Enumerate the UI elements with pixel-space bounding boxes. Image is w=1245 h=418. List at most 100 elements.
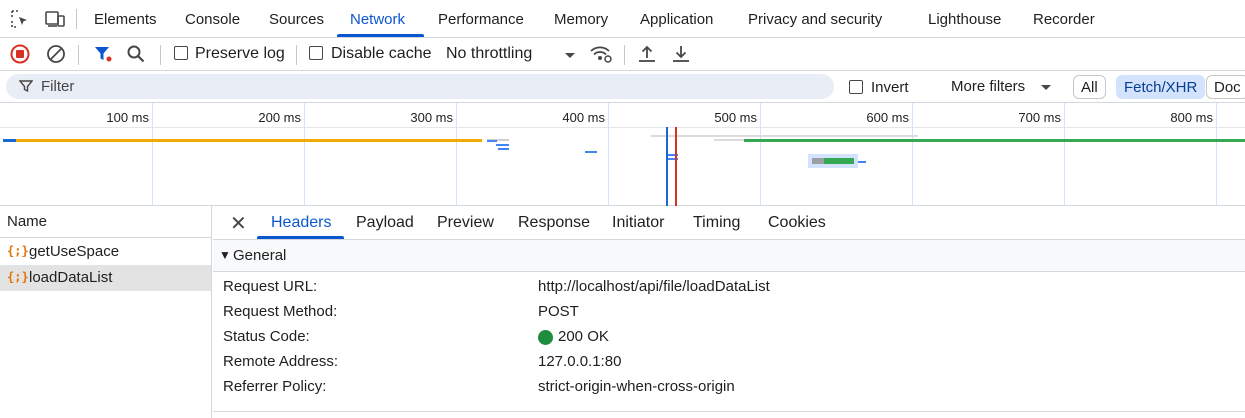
timeline-bar bbox=[714, 139, 744, 141]
timeline-bar bbox=[585, 151, 597, 153]
devtools-tab-bar: Elements Console Sources Network Perform… bbox=[0, 0, 1245, 38]
request-row-getusespace[interactable]: {;} getUseSpace bbox=[0, 239, 211, 265]
more-filters-dropdown[interactable]: More filters bbox=[951, 78, 1025, 95]
header-value: 127.0.0.1:80 bbox=[538, 353, 622, 370]
tab-headers[interactable]: Headers bbox=[271, 214, 331, 232]
header-value: strict-origin-when-cross-origin bbox=[538, 378, 735, 395]
tab-performance[interactable]: Performance bbox=[438, 11, 524, 28]
request-row-loaddatalist[interactable]: {;} loadDataList bbox=[0, 265, 211, 291]
tab-lighthouse[interactable]: Lighthouse bbox=[928, 11, 1001, 28]
header-value: 200 OK bbox=[558, 328, 609, 345]
header-row-status-code: Status Code: 200 OK bbox=[213, 325, 1245, 350]
network-toolbar: Preserve log Disable cache No throttling bbox=[0, 38, 1245, 71]
timeline-gridline bbox=[456, 103, 457, 206]
name-column-header-label: Name bbox=[7, 213, 48, 230]
filter-input[interactable]: Filter bbox=[6, 74, 834, 99]
header-row-referrer-policy: Referrer Policy: strict-origin-when-cros… bbox=[213, 375, 1245, 400]
timeline-bar bbox=[498, 148, 509, 150]
tab-network[interactable]: Network bbox=[350, 11, 405, 28]
network-overview-timeline[interactable]: 100 ms 200 ms 300 ms 400 ms 500 ms 600 m… bbox=[0, 103, 1245, 206]
throttling-select[interactable]: No throttling bbox=[446, 45, 532, 63]
request-list: Name {;} getUseSpace {;} loadDataList bbox=[0, 206, 212, 418]
header-key: Request Method: bbox=[223, 303, 338, 320]
chevron-down-icon[interactable] bbox=[563, 44, 585, 66]
close-icon[interactable]: ✕ bbox=[230, 211, 247, 236]
xhr-icon: {;} bbox=[7, 270, 29, 284]
dom-content-loaded-marker bbox=[666, 127, 668, 206]
search-icon[interactable] bbox=[125, 43, 147, 65]
timeline-gridline bbox=[760, 103, 761, 206]
tab-separator bbox=[76, 9, 77, 29]
invert-checkbox[interactable] bbox=[849, 80, 863, 94]
timeline-bar bbox=[3, 139, 16, 142]
preserve-log-checkbox[interactable] bbox=[174, 46, 188, 60]
timeline-tick-label: 300 ms bbox=[410, 110, 453, 125]
device-toolbar-icon[interactable] bbox=[44, 8, 66, 30]
toolbar-separator bbox=[78, 45, 79, 65]
header-key: Remote Address: bbox=[223, 353, 339, 370]
toolbar-separator bbox=[296, 45, 297, 65]
element-picker-icon[interactable] bbox=[9, 8, 31, 30]
filter-icon bbox=[18, 79, 34, 97]
load-event-marker bbox=[675, 127, 677, 206]
tab-sources[interactable]: Sources bbox=[269, 11, 324, 28]
tab-response[interactable]: Response bbox=[518, 214, 590, 232]
timeline-bar bbox=[16, 139, 482, 142]
import-har-icon[interactable] bbox=[636, 43, 658, 65]
header-key: Status Code: bbox=[223, 328, 310, 345]
timeline-bar bbox=[496, 144, 509, 146]
name-column-header[interactable]: Name bbox=[0, 206, 211, 238]
tab-elements[interactable]: Elements bbox=[94, 11, 157, 28]
timeline-bar bbox=[812, 158, 824, 164]
timeline-axis bbox=[0, 127, 1245, 128]
timeline-bar bbox=[824, 158, 854, 164]
chip-all[interactable]: All bbox=[1073, 75, 1106, 99]
timeline-gridline bbox=[1064, 103, 1065, 206]
timeline-bar bbox=[651, 135, 918, 137]
tab-application[interactable]: Application bbox=[640, 11, 713, 28]
tab-payload[interactable]: Payload bbox=[356, 214, 414, 232]
chevron-down-icon bbox=[1040, 80, 1052, 98]
chip-fetch-xhr[interactable]: Fetch/XHR bbox=[1116, 75, 1206, 99]
timeline-tick-label: 400 ms bbox=[562, 110, 605, 125]
request-name: getUseSpace bbox=[29, 243, 120, 260]
timeline-tick-label: 600 ms bbox=[866, 110, 909, 125]
tab-recorder[interactable]: Recorder bbox=[1033, 11, 1095, 28]
timeline-gridline bbox=[304, 103, 305, 206]
xhr-icon: {;} bbox=[7, 244, 29, 258]
network-conditions-icon[interactable] bbox=[589, 43, 612, 65]
timeline-bar bbox=[744, 139, 1245, 142]
filter-icon[interactable] bbox=[92, 43, 114, 65]
general-section-header[interactable]: ▼ General bbox=[213, 240, 1245, 272]
section-divider bbox=[213, 411, 1245, 412]
disable-cache-label: Disable cache bbox=[331, 45, 432, 62]
invert-label: Invert bbox=[871, 79, 909, 96]
active-tab-indicator bbox=[337, 34, 424, 37]
tab-cookies[interactable]: Cookies bbox=[768, 214, 826, 232]
timeline-gridline bbox=[912, 103, 913, 206]
header-row-request-method: Request Method: POST bbox=[213, 300, 1245, 325]
header-value: POST bbox=[538, 303, 579, 320]
timeline-bar bbox=[858, 161, 866, 163]
header-key: Request URL: bbox=[223, 278, 318, 295]
header-row-remote-address: Remote Address: 127.0.0.1:80 bbox=[213, 350, 1245, 375]
timeline-tick-label: 100 ms bbox=[106, 110, 149, 125]
request-name: loadDataList bbox=[29, 269, 113, 286]
general-section-title: General bbox=[233, 247, 287, 264]
tab-console[interactable]: Console bbox=[185, 11, 240, 28]
status-success-icon bbox=[538, 330, 553, 345]
clear-icon[interactable] bbox=[45, 43, 67, 65]
tab-timing[interactable]: Timing bbox=[693, 214, 740, 232]
preserve-log-label: Preserve log bbox=[195, 45, 285, 62]
tab-privacy-and-security[interactable]: Privacy and security bbox=[748, 11, 882, 28]
record-stop-icon[interactable] bbox=[9, 43, 31, 65]
disable-cache-checkbox[interactable] bbox=[309, 46, 323, 60]
timeline-tick-label: 200 ms bbox=[258, 110, 301, 125]
tab-preview[interactable]: Preview bbox=[437, 214, 494, 232]
tab-memory[interactable]: Memory bbox=[554, 11, 608, 28]
expand-triangle-icon: ▼ bbox=[219, 248, 231, 262]
timeline-tick-label: 800 ms bbox=[1170, 110, 1213, 125]
export-har-icon[interactable] bbox=[670, 43, 692, 65]
tab-initiator[interactable]: Initiator bbox=[612, 214, 664, 232]
chip-doc[interactable]: Doc bbox=[1206, 75, 1245, 99]
